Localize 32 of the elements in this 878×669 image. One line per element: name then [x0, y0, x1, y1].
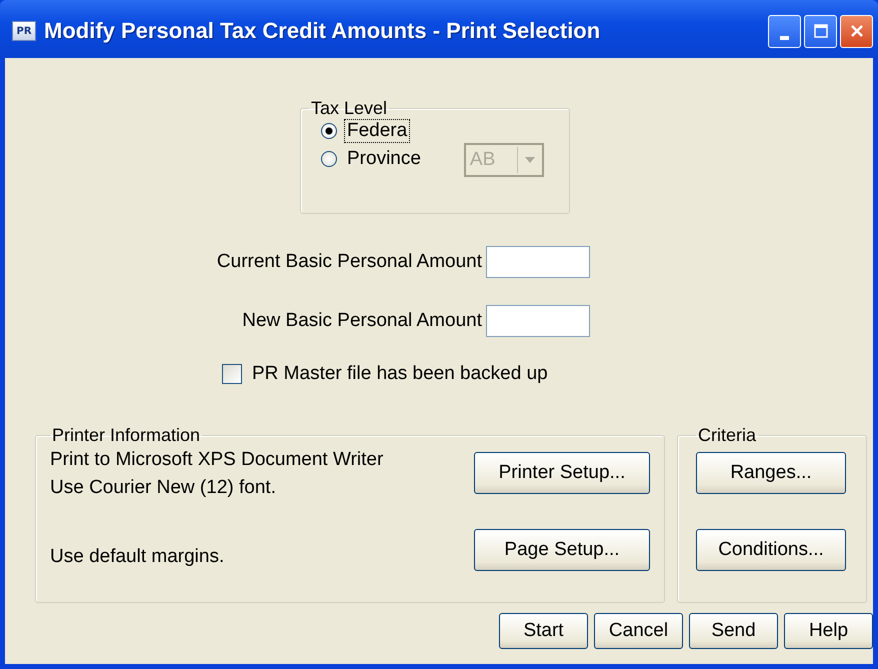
input-field[interactable] — [486, 246, 590, 278]
dialog-button[interactable]: Help — [784, 613, 873, 649]
radio-label[interactable]: Federa — [344, 119, 410, 143]
input-field[interactable] — [486, 305, 590, 337]
dialog-button[interactable]: Cancel — [594, 613, 683, 649]
app-icon: PR — [12, 21, 36, 41]
minimize-button[interactable] — [768, 14, 801, 48]
window-title: Modify Personal Tax Credit Amounts - Print Selection — [44, 18, 602, 44]
checkbox-label: PR Master file has been backed up — [252, 363, 548, 385]
dialog-button[interactable]: Conditions... — [696, 529, 846, 571]
minimize-icon — [780, 36, 789, 40]
field-label: Current Basic Personal Amount — [216, 251, 482, 273]
dialog-button[interactable]: Printer Setup... — [474, 452, 650, 494]
group-title: Tax Level — [310, 98, 388, 119]
dialog-button[interactable]: Start — [499, 613, 588, 649]
info-text: Use default margins. — [50, 544, 226, 569]
dialog-button[interactable]: Send — [689, 613, 778, 649]
group-title: Printer Information — [51, 425, 202, 446]
info-text: Use Courier New (12) font. — [50, 476, 277, 500]
radio-button[interactable] — [321, 123, 337, 139]
checkbox[interactable] — [222, 364, 242, 384]
dialog-button[interactable]: Ranges... — [696, 452, 846, 494]
group-title: Criteria — [697, 425, 758, 446]
info-text: Print to Microsoft XPS Document Writer — [50, 448, 384, 472]
close-button[interactable] — [840, 14, 873, 48]
radio-label[interactable]: Province — [344, 147, 424, 171]
maximize-icon — [812, 23, 828, 39]
field-label: New Basic Personal Amount — [242, 310, 482, 332]
maximize-button[interactable] — [804, 14, 837, 48]
radio-button[interactable] — [321, 151, 337, 167]
close-icon — [848, 23, 864, 39]
dialog-button[interactable]: Page Setup... — [474, 529, 650, 571]
